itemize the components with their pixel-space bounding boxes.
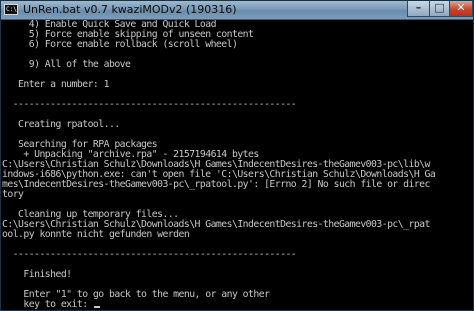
console-window: C:\ UnRen.bat v0.7 kwaziMODv2 (190316) –… — [0, 0, 474, 311]
window-title: UnRen.bat v0.7 kwaziMODv2 (190316) — [23, 3, 237, 16]
separator-line: ----------------------------------------… — [2, 249, 297, 260]
console-line: Finished! — [2, 269, 72, 280]
minimize-button[interactable]: – — [407, 1, 429, 17]
command-prompt-icon: C:\ — [4, 4, 18, 15]
prompt-line: Enter a number: 1 — [2, 79, 109, 90]
error-line: tory — [2, 189, 24, 200]
console-line: 6) Force enable rollback (scroll wheel) — [2, 39, 238, 50]
console-line: 9) All of the above — [2, 59, 131, 70]
close-button[interactable]: ✕ — [449, 1, 473, 17]
separator-line: ----------------------------------------… — [2, 99, 297, 110]
console-output[interactable]: 4) Enable Quick Save and Quick Load 5) F… — [1, 20, 473, 310]
text-cursor — [93, 306, 100, 308]
error-line: mes\IndecentDesires-theGamev003-pc\_rpat… — [2, 179, 430, 190]
exit-prompt-line[interactable]: key to exit: — [2, 300, 100, 310]
maximize-button[interactable]: □ — [429, 1, 449, 17]
console-line: Creating rpatool... — [2, 119, 120, 130]
title-bar[interactable]: C:\ UnRen.bat v0.7 kwaziMODv2 (190316) –… — [1, 1, 473, 20]
error-line: ool.py konnte nicht gefunden werden — [2, 229, 190, 240]
exit-prompt-text: key to exit: — [2, 299, 93, 310]
